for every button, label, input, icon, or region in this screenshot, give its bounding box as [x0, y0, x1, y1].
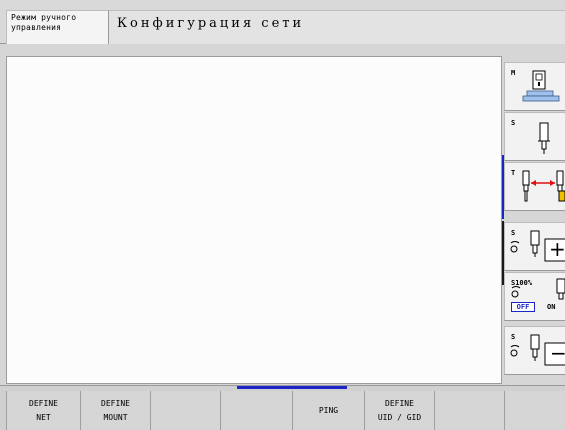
spindle-plus-button[interactable]: S + — [504, 222, 565, 271]
tool-change-icon — [522, 170, 565, 202]
operating-mode-line1: Режим ручного — [11, 13, 77, 22]
m-function-button[interactable]: M — [504, 62, 565, 111]
softkey-line1: PING — [318, 406, 339, 415]
on-toggle[interactable]: ON — [547, 303, 555, 311]
empty-softkey-4[interactable] — [220, 391, 292, 430]
operating-mode-box: Режим ручного управления — [6, 10, 109, 44]
softkey-bar: DEFINE NET DEFINE MOUNT PING DEFINE UID / G… — [0, 385, 565, 430]
empty-softkey-8[interactable] — [504, 391, 565, 430]
spindle-override-button[interactable]: S100% OFF ON — [504, 272, 565, 321]
softkey-line1: DEFINE — [101, 399, 130, 408]
define-mount-softkey[interactable]: DEFINE MOUNT — [80, 391, 150, 430]
softkey-line1: DEFINE — [29, 399, 58, 408]
softkey-line2: UID / GID — [377, 413, 422, 422]
softkey-line2: MOUNT — [103, 413, 128, 422]
off-toggle[interactable]: OFF — [511, 302, 535, 312]
t-function-button[interactable]: T — [504, 162, 565, 211]
ping-softkey[interactable]: PING — [292, 391, 364, 430]
machine-icon — [522, 70, 560, 102]
define-net-softkey[interactable]: DEFINE NET — [6, 391, 80, 430]
softkey-line2: NET — [36, 413, 51, 422]
softkey-page-indicator — [237, 386, 347, 389]
empty-softkey-3[interactable] — [150, 391, 220, 430]
softkey-line1: DEFINE — [385, 399, 414, 408]
side-softkey-panel: M S T S + S100% OFF ON S — [502, 56, 565, 384]
spindle-minus-button[interactable]: S − — [504, 326, 565, 375]
operating-mode-line2: управления — [11, 23, 62, 32]
empty-softkey-7[interactable] — [434, 391, 504, 430]
page-title: Конфигурация сети — [109, 10, 565, 44]
spindle-override-icon — [511, 278, 565, 300]
header-bar: Режим ручного управления Конфигурация се… — [0, 0, 565, 44]
minus-symbol: − — [550, 341, 565, 365]
spindle-icon — [538, 122, 550, 154]
main-content-panel — [6, 56, 502, 384]
s-function-button[interactable]: S — [504, 112, 565, 161]
define-uid-gid-softkey[interactable]: DEFINE UID / GID — [364, 391, 434, 430]
plus-symbol: + — [549, 237, 565, 261]
